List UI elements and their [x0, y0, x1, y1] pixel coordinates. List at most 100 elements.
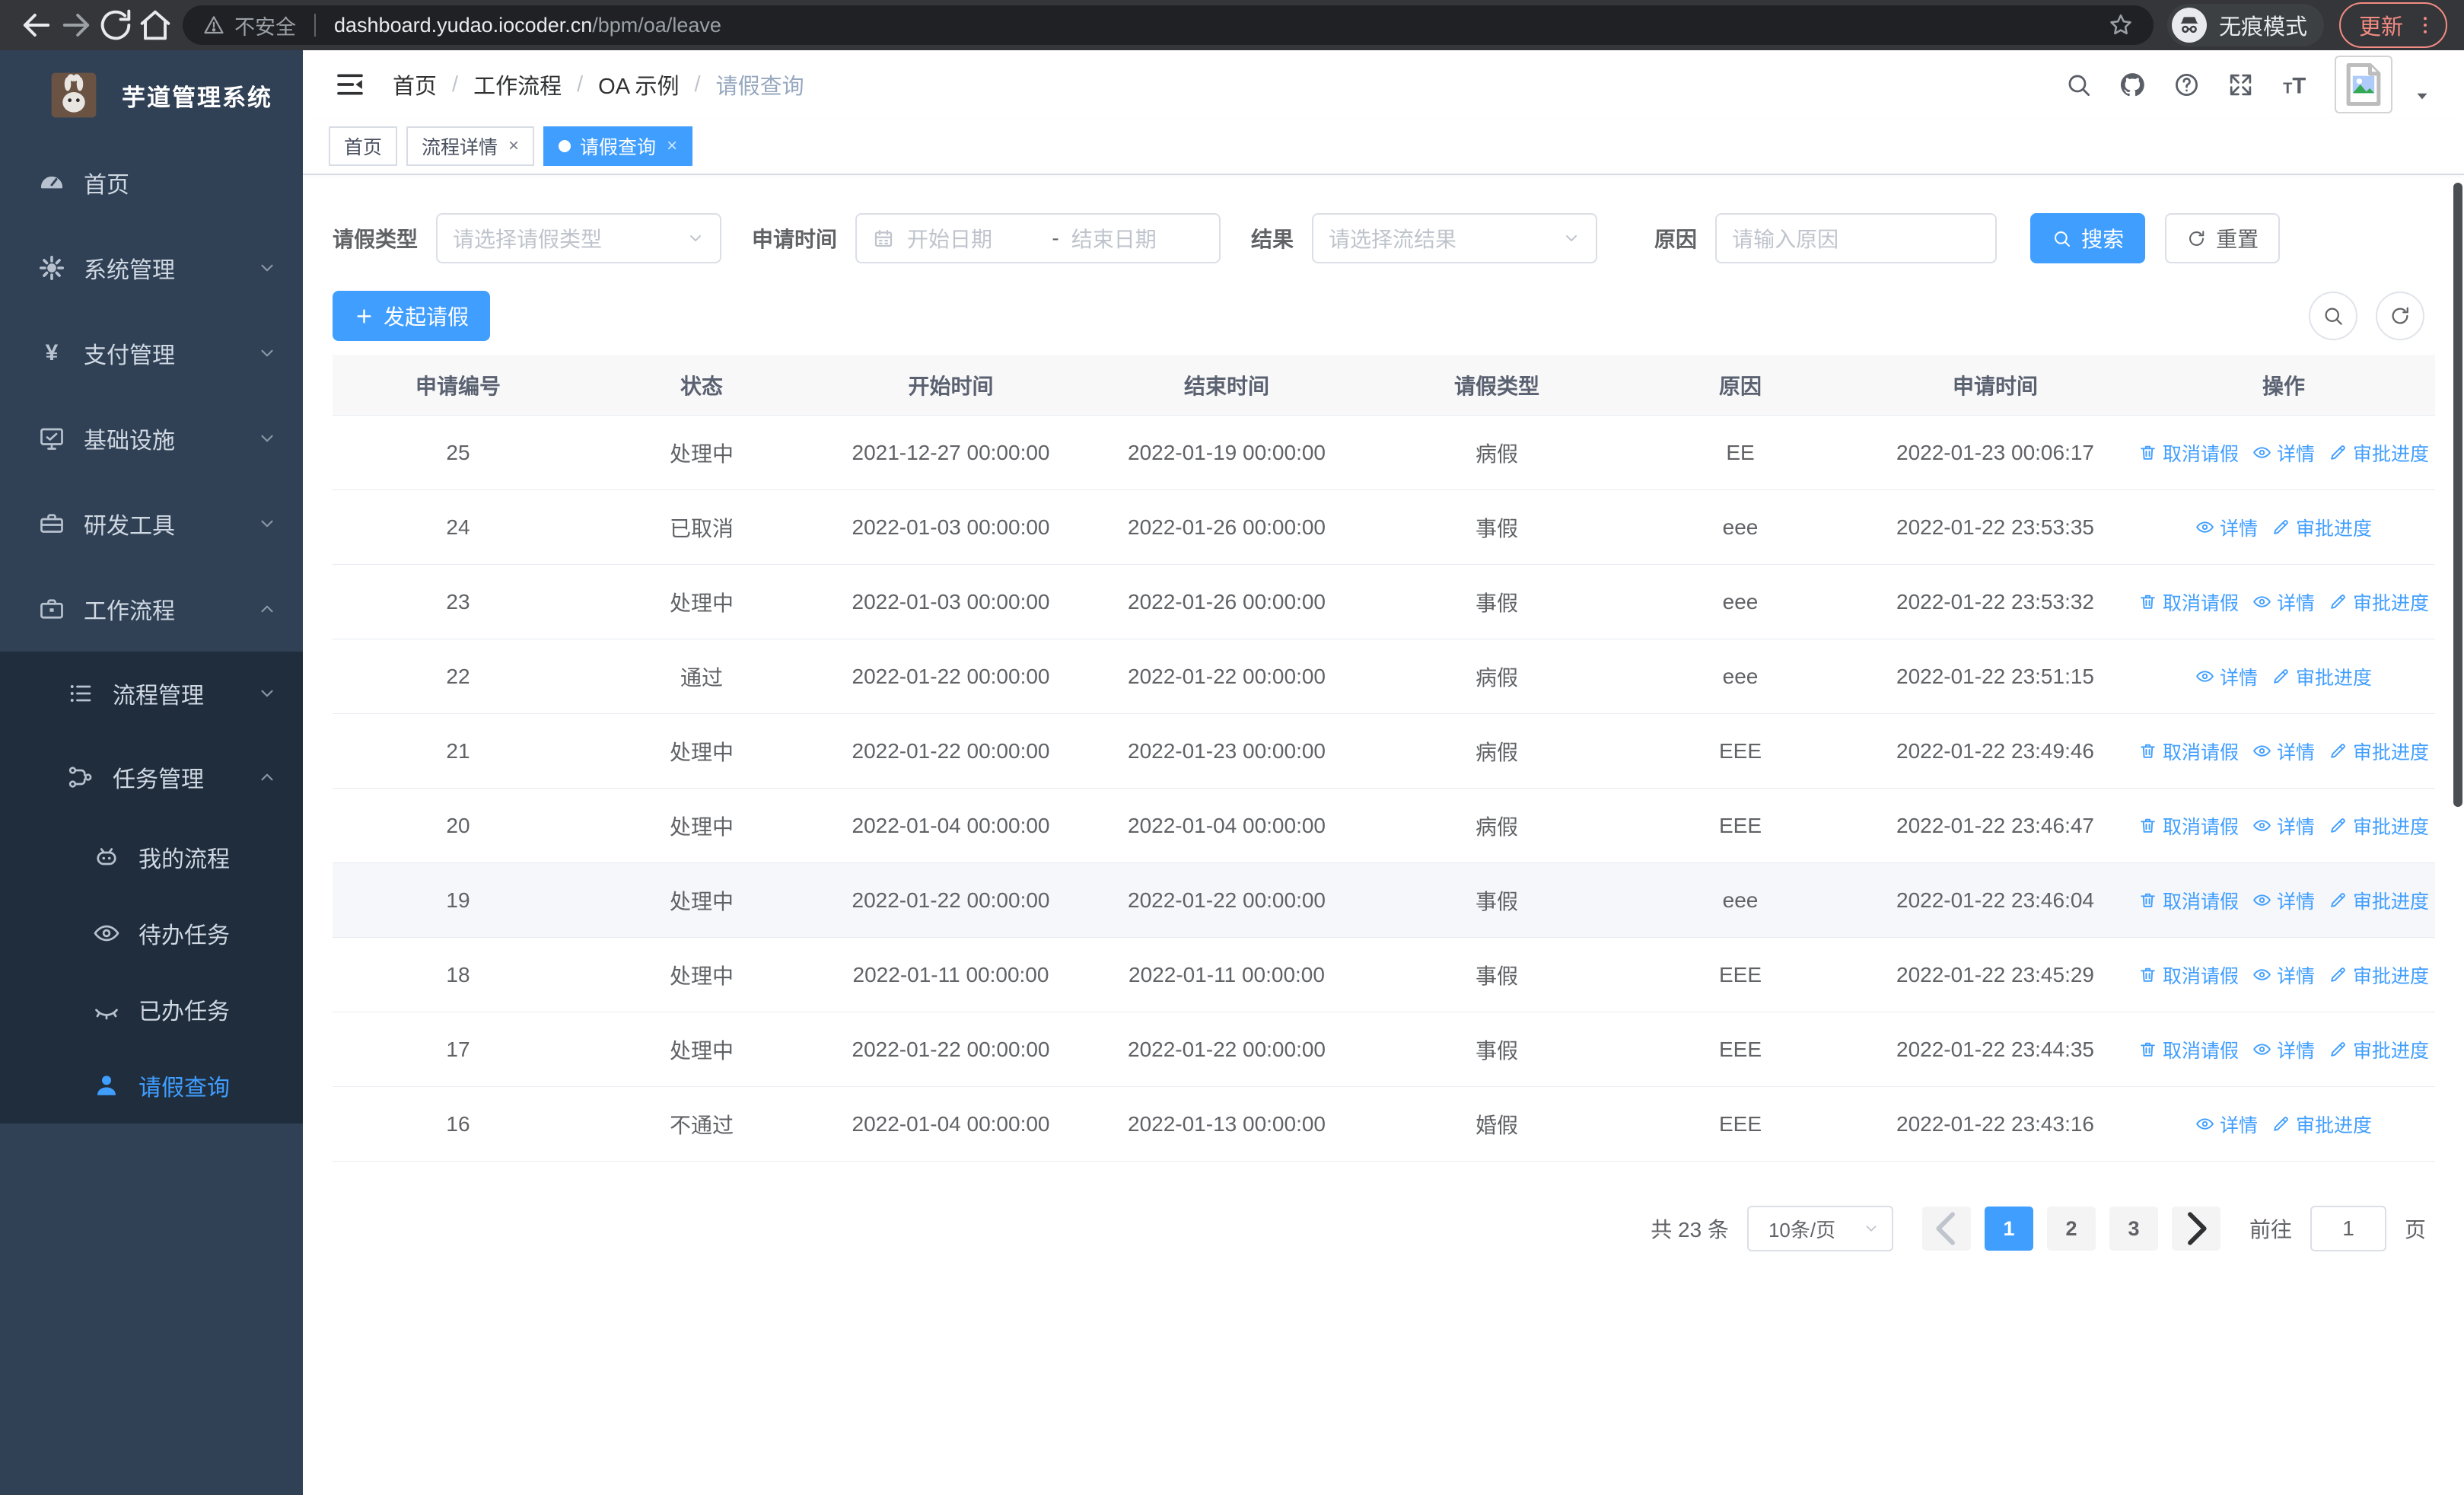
chevron-down-icon[interactable]	[2412, 86, 2432, 113]
sidebar-item-process-mgmt[interactable]: 流程管理	[0, 652, 303, 735]
home-icon[interactable]	[135, 5, 175, 45]
cancel-leave-link[interactable]: 取消请假	[2138, 961, 2239, 989]
detail-link[interactable]: 详情	[2252, 812, 2315, 840]
action-label: 取消请假	[2162, 592, 2239, 614]
github-icon[interactable]	[2119, 71, 2147, 99]
sidebar-item-home[interactable]: 首页	[0, 140, 303, 225]
progress-link[interactable]: 审批进度	[2329, 1036, 2429, 1063]
progress-link[interactable]: 审批进度	[2329, 439, 2429, 467]
reason-label: 原因	[1654, 228, 1698, 251]
prev-page-button[interactable]	[1921, 1207, 1971, 1251]
page-size-select[interactable]: 10条/页	[1746, 1206, 1893, 1251]
detail-link[interactable]: 详情	[2252, 961, 2315, 989]
tab-home[interactable]: 首页	[329, 126, 398, 166]
detail-link[interactable]: 详情	[2252, 738, 2315, 765]
cell-end-time: 2022-01-23 00:00:00	[1128, 738, 1326, 763]
header-search-icon[interactable]	[2064, 71, 2093, 99]
cancel-leave-link[interactable]: 取消请假	[2138, 1036, 2239, 1063]
page-unit-label: 页	[2404, 1218, 2426, 1242]
tab-process-detail[interactable]: 流程详情 ×	[406, 126, 535, 166]
detail-link[interactable]: 详情	[2252, 588, 2315, 616]
cancel-leave-link[interactable]: 取消请假	[2138, 812, 2239, 840]
progress-link[interactable]: 审批进度	[2329, 812, 2429, 840]
end-date-input[interactable]: 结束日期	[1071, 223, 1204, 253]
forward-icon[interactable]	[56, 5, 96, 45]
sidebar-item-leave-query[interactable]: 请假查询	[0, 1047, 303, 1124]
cancel-leave-link[interactable]: 取消请假	[2138, 439, 2239, 467]
close-icon[interactable]: ×	[667, 135, 677, 157]
result-select[interactable]: 请选择流结果	[1312, 213, 1598, 263]
page-button-3[interactable]: 3	[2109, 1207, 2158, 1251]
progress-link[interactable]: 审批进度	[2329, 588, 2429, 616]
fullscreen-icon[interactable]	[2227, 71, 2255, 99]
detail-link[interactable]: 详情	[2252, 1036, 2315, 1063]
breadcrumb-item[interactable]: 工作流程	[473, 69, 562, 100]
reload-icon[interactable]	[96, 5, 135, 45]
filter-row: 请假类型 请选择请假类型 申请时间 开始日期 - 结束日期 结果 请选择流结果	[333, 213, 2435, 263]
breadcrumb-item[interactable]: 首页	[393, 69, 437, 100]
action-label: 审批进度	[2353, 965, 2430, 987]
cell-id: 22	[446, 664, 470, 688]
cell-end-time: 2022-01-26 00:00:00	[1128, 515, 1326, 539]
tab-leave-query[interactable]: 请假查询 ×	[543, 126, 693, 166]
sidebar-item-dev-tools[interactable]: 研发工具	[0, 481, 303, 566]
scrollbar-thumb[interactable]	[2453, 183, 2462, 807]
cell-status: 不通过	[669, 1113, 734, 1137]
breadcrumb-item[interactable]: OA 示例	[598, 69, 679, 100]
page-button-1[interactable]: 1	[1984, 1207, 2033, 1251]
sidebar-item-infrastructure[interactable]: 基础设施	[0, 396, 303, 481]
url-bar[interactable]: 不安全 dashboard.yudao.iocoder.cn/bpm/oa/le…	[183, 5, 2154, 45]
avatar[interactable]	[2335, 56, 2392, 113]
page-button-2[interactable]: 2	[2046, 1207, 2096, 1251]
update-button[interactable]: 更新	[2338, 2, 2447, 48]
app-title: 芋道管理系统	[122, 84, 272, 111]
sidebar-item-workflow[interactable]: 工作流程	[0, 566, 303, 652]
hamburger-icon[interactable]	[335, 69, 365, 100]
reason-input[interactable]: 请输入原因	[1715, 213, 1998, 263]
help-icon[interactable]	[2173, 71, 2201, 99]
apply-time-range-picker[interactable]: 开始日期 - 结束日期	[855, 213, 1221, 263]
goto-page-input[interactable]: 1	[2310, 1206, 2386, 1251]
cancel-leave-link[interactable]: 取消请假	[2138, 738, 2239, 765]
cancel-leave-link[interactable]: 取消请假	[2138, 887, 2239, 914]
create-leave-button[interactable]: 发起请假	[333, 291, 491, 341]
refresh-table-button[interactable]	[2376, 292, 2424, 340]
sidebar-item-done-tasks[interactable]: 已办任务	[0, 971, 303, 1047]
progress-link[interactable]: 审批进度	[2271, 514, 2372, 541]
start-date-input[interactable]: 开始日期	[907, 223, 1039, 253]
detail-link[interactable]: 详情	[2252, 887, 2315, 914]
cancel-leave-link[interactable]: 取消请假	[2138, 588, 2239, 616]
close-icon[interactable]: ×	[508, 135, 519, 157]
cell-id: 19	[446, 888, 470, 912]
progress-link[interactable]: 审批进度	[2329, 738, 2429, 765]
progress-link[interactable]: 审批进度	[2271, 663, 2372, 690]
back-icon[interactable]	[17, 5, 56, 45]
sidebar-item-system-mgmt[interactable]: 系统管理	[0, 225, 303, 311]
cell-reason: EEE	[1718, 1037, 1762, 1061]
detail-link[interactable]: 详情	[2195, 514, 2258, 541]
detail-link[interactable]: 详情	[2252, 439, 2315, 467]
action-label: 审批进度	[2296, 1114, 2373, 1136]
progress-link[interactable]: 审批进度	[2329, 887, 2429, 914]
progress-link[interactable]: 审批进度	[2329, 961, 2429, 989]
leave-type-select[interactable]: 请选择请假类型	[436, 213, 722, 263]
sidebar-item-task-mgmt[interactable]: 任务管理	[0, 735, 303, 819]
bookmark-star-icon[interactable]	[2108, 12, 2134, 38]
search-button[interactable]: 搜索	[2030, 213, 2146, 263]
detail-link[interactable]: 详情	[2195, 663, 2258, 690]
sidebar-item-payment-mgmt[interactable]: ¥ 支付管理	[0, 311, 303, 396]
action-label: 审批进度	[2296, 518, 2373, 540]
sidebar-item-todo-tasks[interactable]: 待办任务	[0, 895, 303, 971]
progress-link[interactable]: 审批进度	[2271, 1111, 2372, 1138]
show-search-button[interactable]	[2309, 292, 2357, 340]
app-logo[interactable]: 芋道管理系统	[0, 50, 303, 140]
next-page-button[interactable]	[2171, 1207, 2220, 1251]
action-label: 审批进度	[2353, 592, 2430, 614]
sidebar-item-my-process[interactable]: 我的流程	[0, 819, 303, 895]
logo-image	[49, 72, 99, 119]
browser-menu-icon[interactable]	[2414, 14, 2437, 37]
reset-button[interactable]: 重置	[2165, 213, 2281, 263]
font-size-icon[interactable]: TT	[2281, 71, 2309, 99]
incognito-badge[interactable]: 无痕模式	[2166, 4, 2324, 46]
detail-link[interactable]: 详情	[2195, 1111, 2258, 1138]
